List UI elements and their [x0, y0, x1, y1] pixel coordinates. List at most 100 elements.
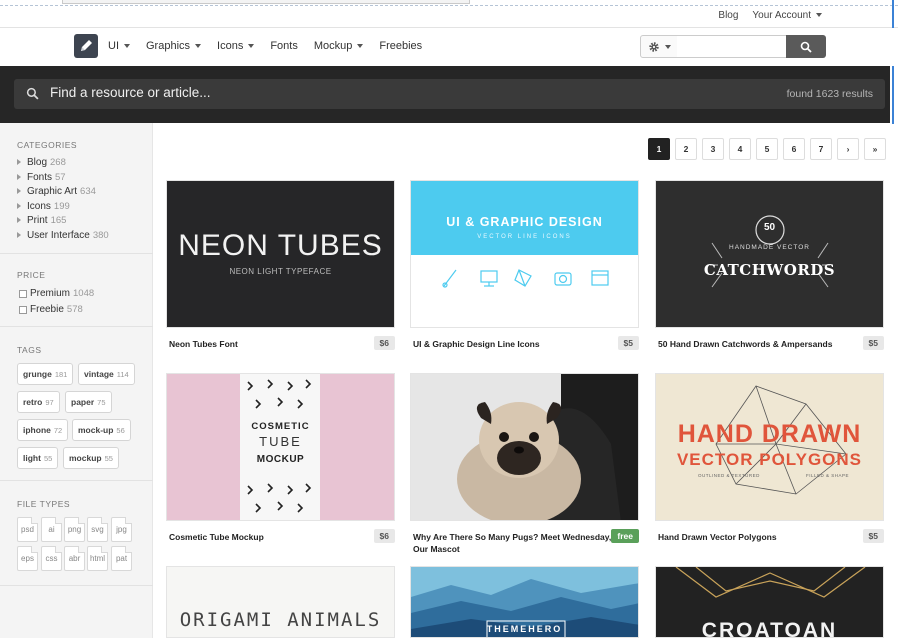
triangle-right-icon: [17, 188, 21, 195]
page-1[interactable]: 1: [648, 138, 670, 160]
divider: [0, 326, 153, 327]
tags-title: TAGS: [17, 345, 42, 355]
filetype-abr[interactable]: abr: [64, 546, 85, 571]
category-graphic-art[interactable]: Graphic Art 634: [17, 186, 96, 197]
category-blog[interactable]: Blog 268: [17, 157, 66, 168]
filetype-ai[interactable]: ai: [41, 517, 62, 542]
category-label: Blog: [27, 157, 48, 168]
thumb-caption-right: FILLED & SHAPE: [806, 473, 850, 478]
category-user-interface[interactable]: User Interface 380: [17, 230, 109, 241]
nav-label: Freebies: [379, 40, 423, 52]
filetype-jpg[interactable]: jpg: [111, 517, 132, 542]
filetype-eps[interactable]: eps: [17, 546, 38, 571]
tag-grunge[interactable]: grunge 181: [17, 363, 74, 385]
nav-item-freebies[interactable]: Freebies: [379, 40, 422, 52]
tag-retro[interactable]: retro 97: [17, 391, 60, 413]
thumb-title: UI & GRAPHIC DESIGN: [446, 215, 603, 229]
divider: [0, 480, 153, 481]
tag-count: 181: [54, 370, 68, 379]
filetype-psd[interactable]: psd: [17, 517, 38, 542]
filetype-pat[interactable]: pat: [111, 546, 132, 571]
resource-card[interactable]: HAND DRAWN VECTOR POLYGONS OUTLINED & TE…: [655, 373, 884, 543]
card-title: 50 Hand Drawn Catchwords & Ampersands: [658, 339, 833, 349]
tag-paper[interactable]: paper 75: [65, 391, 112, 413]
resource-search-input[interactable]: Find a resource or article... found 1623…: [14, 79, 885, 109]
filetype-png[interactable]: png: [64, 517, 85, 542]
page-next[interactable]: ›: [837, 138, 859, 160]
page-5[interactable]: 5: [756, 138, 778, 160]
card-thumbnail: HAND DRAWN VECTOR POLYGONS OUTLINED & TE…: [655, 373, 884, 521]
main-nav: UI Graphics Icons Fonts Mockup Freebies: [0, 28, 898, 66]
blog-link[interactable]: Blog: [718, 10, 738, 21]
nav-label: Icons: [217, 40, 244, 52]
tag-label: grunge: [23, 369, 52, 379]
category-print[interactable]: Print 165: [17, 215, 66, 226]
resource-card[interactable]: 50 HANDMADE VECTOR CATCHWORDS 50 Hand Dr…: [655, 180, 884, 350]
page-4[interactable]: 4: [729, 138, 751, 160]
nav-item-ui[interactable]: UI: [108, 40, 130, 52]
search-placeholder: Find a resource or article...: [50, 85, 211, 100]
filetype-css[interactable]: css: [41, 546, 62, 571]
filetype-svg[interactable]: svg: [87, 517, 108, 542]
thumb-title: CATCHWORDS: [703, 261, 836, 279]
checkbox-box: [19, 289, 27, 298]
triangle-right-icon: [17, 174, 21, 181]
checkbox-box: [19, 305, 27, 314]
site-logo[interactable]: [74, 34, 98, 58]
page-7[interactable]: 7: [810, 138, 832, 160]
resource-card[interactable]: Why Are There So Many Pugs? Meet Wednesd…: [410, 373, 639, 554]
page-last[interactable]: »: [864, 138, 886, 160]
nav-search-input[interactable]: [677, 35, 787, 58]
thumb-subtitle: VECTOR LINE ICONS: [477, 234, 572, 240]
resource-card[interactable]: THEMEHERO: [410, 566, 639, 638]
page-6[interactable]: 6: [783, 138, 805, 160]
tag-count: 55: [43, 454, 53, 463]
triangle-right-icon: [17, 159, 21, 166]
thumb-number: 50: [763, 222, 776, 233]
category-fonts[interactable]: Fonts 57: [17, 172, 66, 183]
category-icons[interactable]: Icons 199: [17, 201, 70, 212]
page-3[interactable]: 3: [702, 138, 724, 160]
chevron-down-icon: [195, 44, 202, 48]
tag-mock-up[interactable]: mock-up 56: [72, 419, 131, 441]
category-label: Fonts: [27, 172, 53, 183]
price-title: PRICE: [17, 270, 46, 280]
price-freebie-checkbox[interactable]: Freebie 578: [19, 304, 83, 315]
resource-card[interactable]: UI & GRAPHIC DESIGN VECTOR LINE ICONS UI…: [410, 180, 639, 350]
thumb-caption-left: OUTLINED & TEXTURED: [698, 473, 760, 478]
triangle-right-icon: [17, 217, 21, 224]
account-label: Your Account: [752, 10, 811, 21]
checkbox-count: 578: [66, 304, 83, 315]
tag-vintage[interactable]: vintage 114: [78, 363, 135, 385]
search-icon: [800, 41, 812, 53]
account-menu[interactable]: Your Account: [752, 10, 822, 21]
resource-card[interactable]: NEON TUBES NEON LIGHT TYPEFACE Neon Tube…: [166, 180, 395, 350]
nav-item-graphics[interactable]: Graphics: [146, 40, 202, 52]
resource-card[interactable]: CROATOAN: [655, 566, 884, 638]
page-2[interactable]: 2: [675, 138, 697, 160]
category-count: 380: [92, 230, 109, 241]
filetype-html[interactable]: html: [87, 546, 108, 571]
card-thumbnail: NEON TUBES NEON LIGHT TYPEFACE: [166, 180, 395, 328]
tag-light[interactable]: light 55: [17, 447, 59, 469]
browser-tab-stub: [62, 0, 470, 4]
card-title: Why Are There So Many Pugs? Meet Wednesd…: [413, 532, 612, 554]
nav-item-fonts[interactable]: Fonts: [270, 40, 298, 52]
tag-iphone[interactable]: iphone 72: [17, 419, 69, 441]
nav-item-mockup[interactable]: Mockup: [314, 40, 364, 52]
search-settings-button[interactable]: [640, 35, 678, 58]
thumb-line-3: MOCKUP: [256, 454, 305, 465]
resource-search-bar: Find a resource or article... found 1623…: [0, 66, 890, 123]
tag-mockup[interactable]: mockup 55: [63, 447, 119, 469]
resource-card[interactable]: ORIGAMI ANIMALS: [166, 566, 395, 638]
checkbox-label: Premium: [30, 288, 71, 299]
tag-label: mock-up: [78, 425, 114, 435]
price-premium-checkbox[interactable]: Premium 1048: [19, 288, 94, 299]
chevron-down-icon: [124, 44, 130, 48]
nav-search-button[interactable]: [786, 35, 826, 58]
tag-label: iphone: [23, 425, 51, 435]
resource-card[interactable]: COSMETIC TUBE MOCKUP Cosmetic Tube Mocku…: [166, 373, 395, 543]
line-icons-row-icon: [442, 269, 609, 288]
nav-item-icons[interactable]: Icons: [217, 40, 255, 52]
price-badge: $6: [373, 529, 395, 543]
